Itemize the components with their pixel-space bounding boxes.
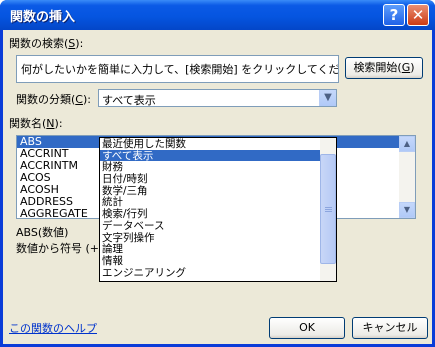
category-option[interactable]: 論理 <box>100 243 336 255</box>
function-list-scrollbar[interactable]: ▲ ▼ <box>399 136 415 218</box>
ok-button[interactable]: OK <box>269 317 345 339</box>
function-list-label: 関数名(N): <box>9 117 63 130</box>
category-option[interactable]: データベース <box>100 220 336 232</box>
dialog-body: 関数の検索(S): 何がしたいかを簡単に入力して、[検索開始] をクリックしてく… <box>3 30 432 344</box>
search-input[interactable]: 何がしたいかを簡単に入力して、[検索開始] をクリックしてください。 <box>16 55 339 83</box>
function-help-link[interactable]: この関数のヘルプ <box>9 320 97 336</box>
search-label: 関数の検索(S): <box>9 37 84 50</box>
close-button[interactable]: ✕ <box>407 4 429 26</box>
category-dropdown-list[interactable]: 最近使用した関数 すべて表示 財務 日付/時刻 数学/三角 統計 検索/行列 データベース 文字… <box>99 137 337 282</box>
scroll-thumb[interactable] <box>320 154 336 264</box>
category-option[interactable]: 文字列操作 <box>100 232 336 244</box>
title-bar[interactable]: 関数の挿入 ? ✕ <box>0 0 435 30</box>
category-select[interactable]: すべて表示 ▼ <box>98 89 337 107</box>
close-icon: ✕ <box>411 6 425 24</box>
dropdown-scrollbar[interactable] <box>320 138 336 281</box>
function-description: 数値から符号 (+ <box>16 242 100 255</box>
category-option[interactable]: 財務 <box>100 161 336 174</box>
category-option[interactable]: 数学/三角 <box>100 185 336 197</box>
category-option[interactable]: 統計 <box>100 196 336 209</box>
help-button[interactable]: ? <box>383 4 405 26</box>
category-option[interactable]: エンジニアリング <box>100 267 336 279</box>
insert-function-dialog: 関数の挿入 ? ✕ 関数の検索(S): 何がしたいかを簡単に入力して、[検索開始… <box>0 0 435 347</box>
category-option[interactable]: 情報 <box>100 255 336 267</box>
category-option[interactable]: 検索/行列 <box>100 208 336 220</box>
search-button[interactable]: 検索開始(G) <box>345 57 423 79</box>
chevron-down-icon[interactable]: ▼ <box>319 90 336 106</box>
category-option[interactable]: 日付/時刻 <box>100 173 336 185</box>
dialog-title: 関数の挿入 <box>10 10 76 25</box>
function-syntax: ABS(数値) <box>16 226 69 239</box>
category-option[interactable]: 最近使用した関数 <box>100 138 336 150</box>
category-label: 関数の分類(C): <box>16 93 91 106</box>
scroll-up-icon[interactable]: ▲ <box>399 136 415 152</box>
cancel-button[interactable]: キャンセル <box>352 317 428 339</box>
category-option[interactable]: すべて表示 <box>100 149 336 162</box>
category-selected-value: すべて表示 <box>102 94 156 107</box>
scroll-down-icon[interactable]: ▼ <box>399 202 415 218</box>
